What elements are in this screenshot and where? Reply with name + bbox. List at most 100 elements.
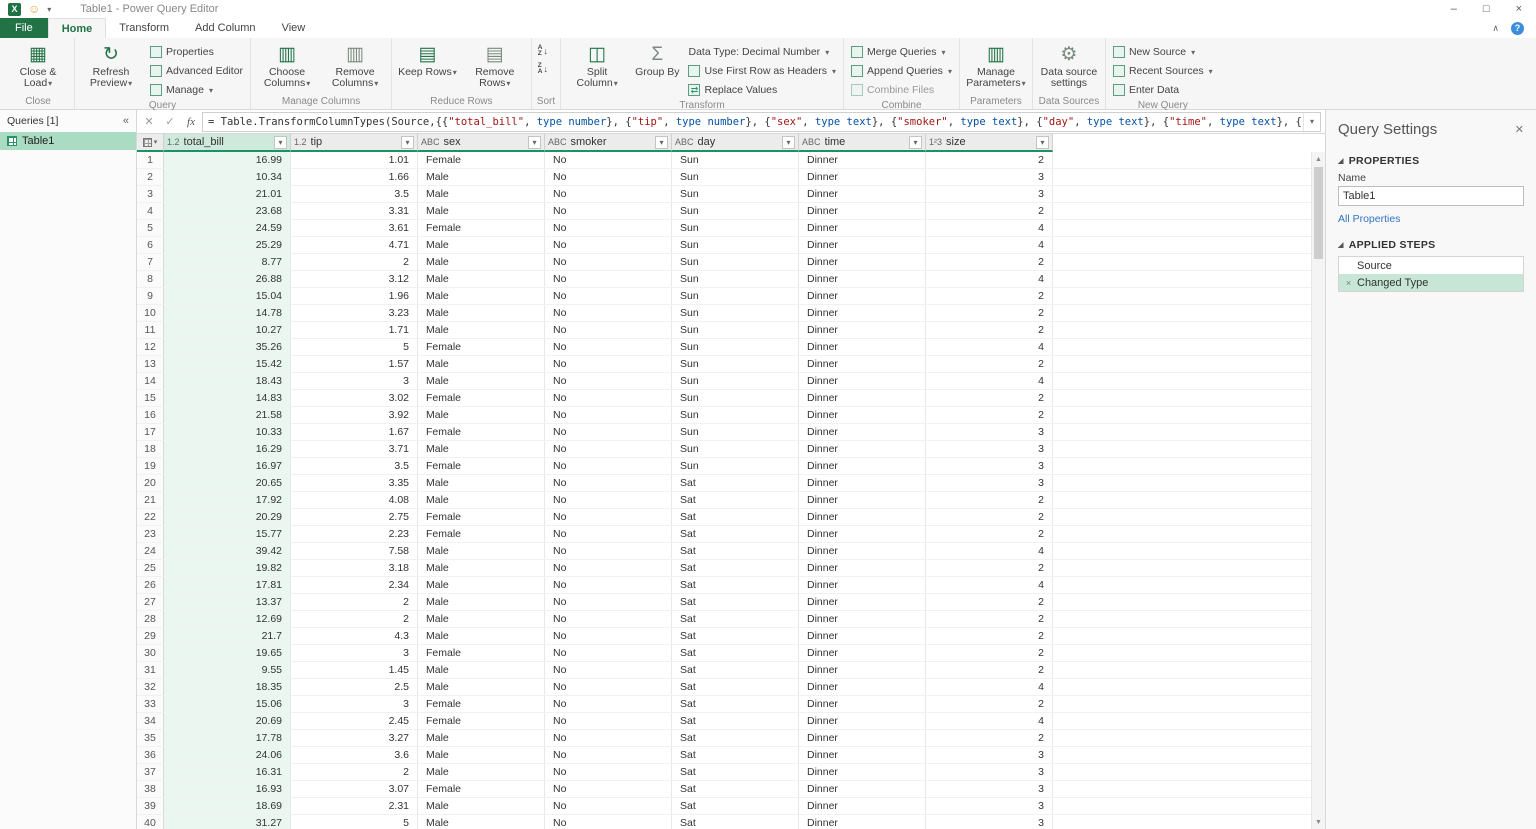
grid-cell[interactable]: 5 [291,815,418,829]
grid-cell[interactable]: 3.18 [291,560,418,576]
grid-cell[interactable]: No [545,679,672,695]
minimize-button[interactable]: – [1451,3,1457,15]
grid-cell[interactable]: Dinner [799,186,926,202]
grid-cell[interactable]: 12.69 [164,611,291,627]
grid-cell[interactable]: Female [418,781,545,797]
query-item[interactable]: Table1 [0,132,136,150]
grid-cell[interactable]: Sat [672,713,799,729]
recent-sources-button[interactable]: Recent Sources ▾ [1109,62,1217,80]
row-number[interactable]: 31 [137,662,164,678]
grid-cell[interactable]: Sat [672,781,799,797]
grid-cell[interactable]: Sun [672,458,799,474]
grid-cell[interactable]: No [545,220,672,236]
grid-cell[interactable]: 25.29 [164,237,291,253]
grid-cell[interactable]: 17.92 [164,492,291,508]
grid-cell[interactable]: Female [418,696,545,712]
append-queries-button[interactable]: Append Queries ▾ [847,62,956,80]
grid-cell[interactable]: 4 [926,271,1053,287]
grid-cell[interactable]: 19.82 [164,560,291,576]
grid-cell[interactable]: 3.07 [291,781,418,797]
grid-cell[interactable]: Sun [672,186,799,202]
grid-cell[interactable]: 3.6 [291,747,418,763]
grid-cell[interactable]: Female [418,339,545,355]
grid-cell[interactable]: No [545,356,672,372]
row-number[interactable]: 13 [137,356,164,372]
properties-section-header[interactable]: ◢ PROPERTIES [1338,155,1524,167]
sort-descending-button[interactable]: ZA ↓ [535,61,557,77]
row-number[interactable]: 38 [137,781,164,797]
row-number[interactable]: 19 [137,458,164,474]
grid-cell[interactable]: 4.08 [291,492,418,508]
data-type-button[interactable]: Data Type: Decimal Number ▾ [684,43,840,61]
new-source-button[interactable]: New Source ▾ [1109,43,1217,61]
grid-cell[interactable]: Sat [672,747,799,763]
choose-columns-button[interactable]: ▥ Choose Columns▾ [254,40,320,95]
grid-cell[interactable]: 18.69 [164,798,291,814]
grid-cell[interactable]: 18.43 [164,373,291,389]
grid-cell[interactable]: Dinner [799,441,926,457]
properties-button[interactable]: Properties [146,43,247,61]
grid-cell[interactable]: Sun [672,305,799,321]
grid-cell[interactable]: Sun [672,407,799,423]
grid-cell[interactable]: Dinner [799,679,926,695]
keep-rows-button[interactable]: ▤ Keep Rows▾ [395,40,460,95]
grid-cell[interactable]: Male [418,305,545,321]
tab-file[interactable]: File [0,18,48,38]
grid-cell[interactable]: Dinner [799,458,926,474]
grid-cell[interactable]: 21.01 [164,186,291,202]
grid-cell[interactable]: Dinner [799,356,926,372]
grid-cell[interactable]: Dinner [799,611,926,627]
grid-cell[interactable]: 15.77 [164,526,291,542]
grid-cell[interactable]: Sat [672,543,799,559]
quick-access-caret-icon[interactable]: ▾ [47,5,51,14]
filter-dropdown-icon[interactable]: ▾ [1036,136,1049,149]
enter-data-button[interactable]: Enter Data [1109,81,1217,99]
row-number[interactable]: 4 [137,203,164,219]
grid-cell[interactable]: Male [418,492,545,508]
grid-cell[interactable]: No [545,169,672,185]
grid-cell[interactable]: No [545,560,672,576]
grid-cell[interactable]: 23.68 [164,203,291,219]
row-number[interactable]: 34 [137,713,164,729]
grid-cell[interactable]: Dinner [799,662,926,678]
grid-cell[interactable]: Sat [672,594,799,610]
grid-cell[interactable]: Male [418,441,545,457]
grid-cell[interactable]: No [545,577,672,593]
row-number[interactable]: 17 [137,424,164,440]
grid-cell[interactable]: No [545,237,672,253]
row-number[interactable]: 26 [137,577,164,593]
replace-values-button[interactable]: ⇄ Replace Values [684,81,840,99]
row-number[interactable]: 8 [137,271,164,287]
grid-cell[interactable]: No [545,611,672,627]
grid-cell[interactable]: Sun [672,322,799,338]
grid-cell[interactable]: Sat [672,475,799,491]
grid-cell[interactable]: 17.81 [164,577,291,593]
grid-cell[interactable]: Dinner [799,390,926,406]
grid-cell[interactable]: Dinner [799,492,926,508]
grid-cell[interactable]: 4 [926,679,1053,695]
grid-cell[interactable]: Dinner [799,543,926,559]
grid-cell[interactable]: No [545,730,672,746]
grid-cell[interactable]: 3.02 [291,390,418,406]
vertical-scrollbar[interactable]: ▲ ▼ [1311,152,1325,829]
grid-cell[interactable]: Dinner [799,407,926,423]
grid-cell[interactable]: 9.55 [164,662,291,678]
grid-cell[interactable]: Sat [672,696,799,712]
grid-cell[interactable]: 2 [926,645,1053,661]
grid-cell[interactable]: Sat [672,492,799,508]
grid-cell[interactable]: 1.67 [291,424,418,440]
merge-queries-button[interactable]: Merge Queries ▾ [847,43,956,61]
tab-view[interactable]: View [269,18,319,38]
grid-cell[interactable]: 2 [291,594,418,610]
grid-cell[interactable]: Male [418,628,545,644]
grid-cell[interactable]: 2 [926,560,1053,576]
row-number[interactable]: 16 [137,407,164,423]
grid-cell[interactable]: Sun [672,390,799,406]
grid-cell[interactable]: Sat [672,815,799,829]
expand-formula-bar-icon[interactable]: ▾ [1303,113,1320,131]
grid-cell[interactable]: Sun [672,271,799,287]
grid-cell[interactable]: 4 [926,237,1053,253]
grid-cell[interactable]: No [545,288,672,304]
grid-cell[interactable]: 3 [926,798,1053,814]
grid-cell[interactable]: No [545,628,672,644]
